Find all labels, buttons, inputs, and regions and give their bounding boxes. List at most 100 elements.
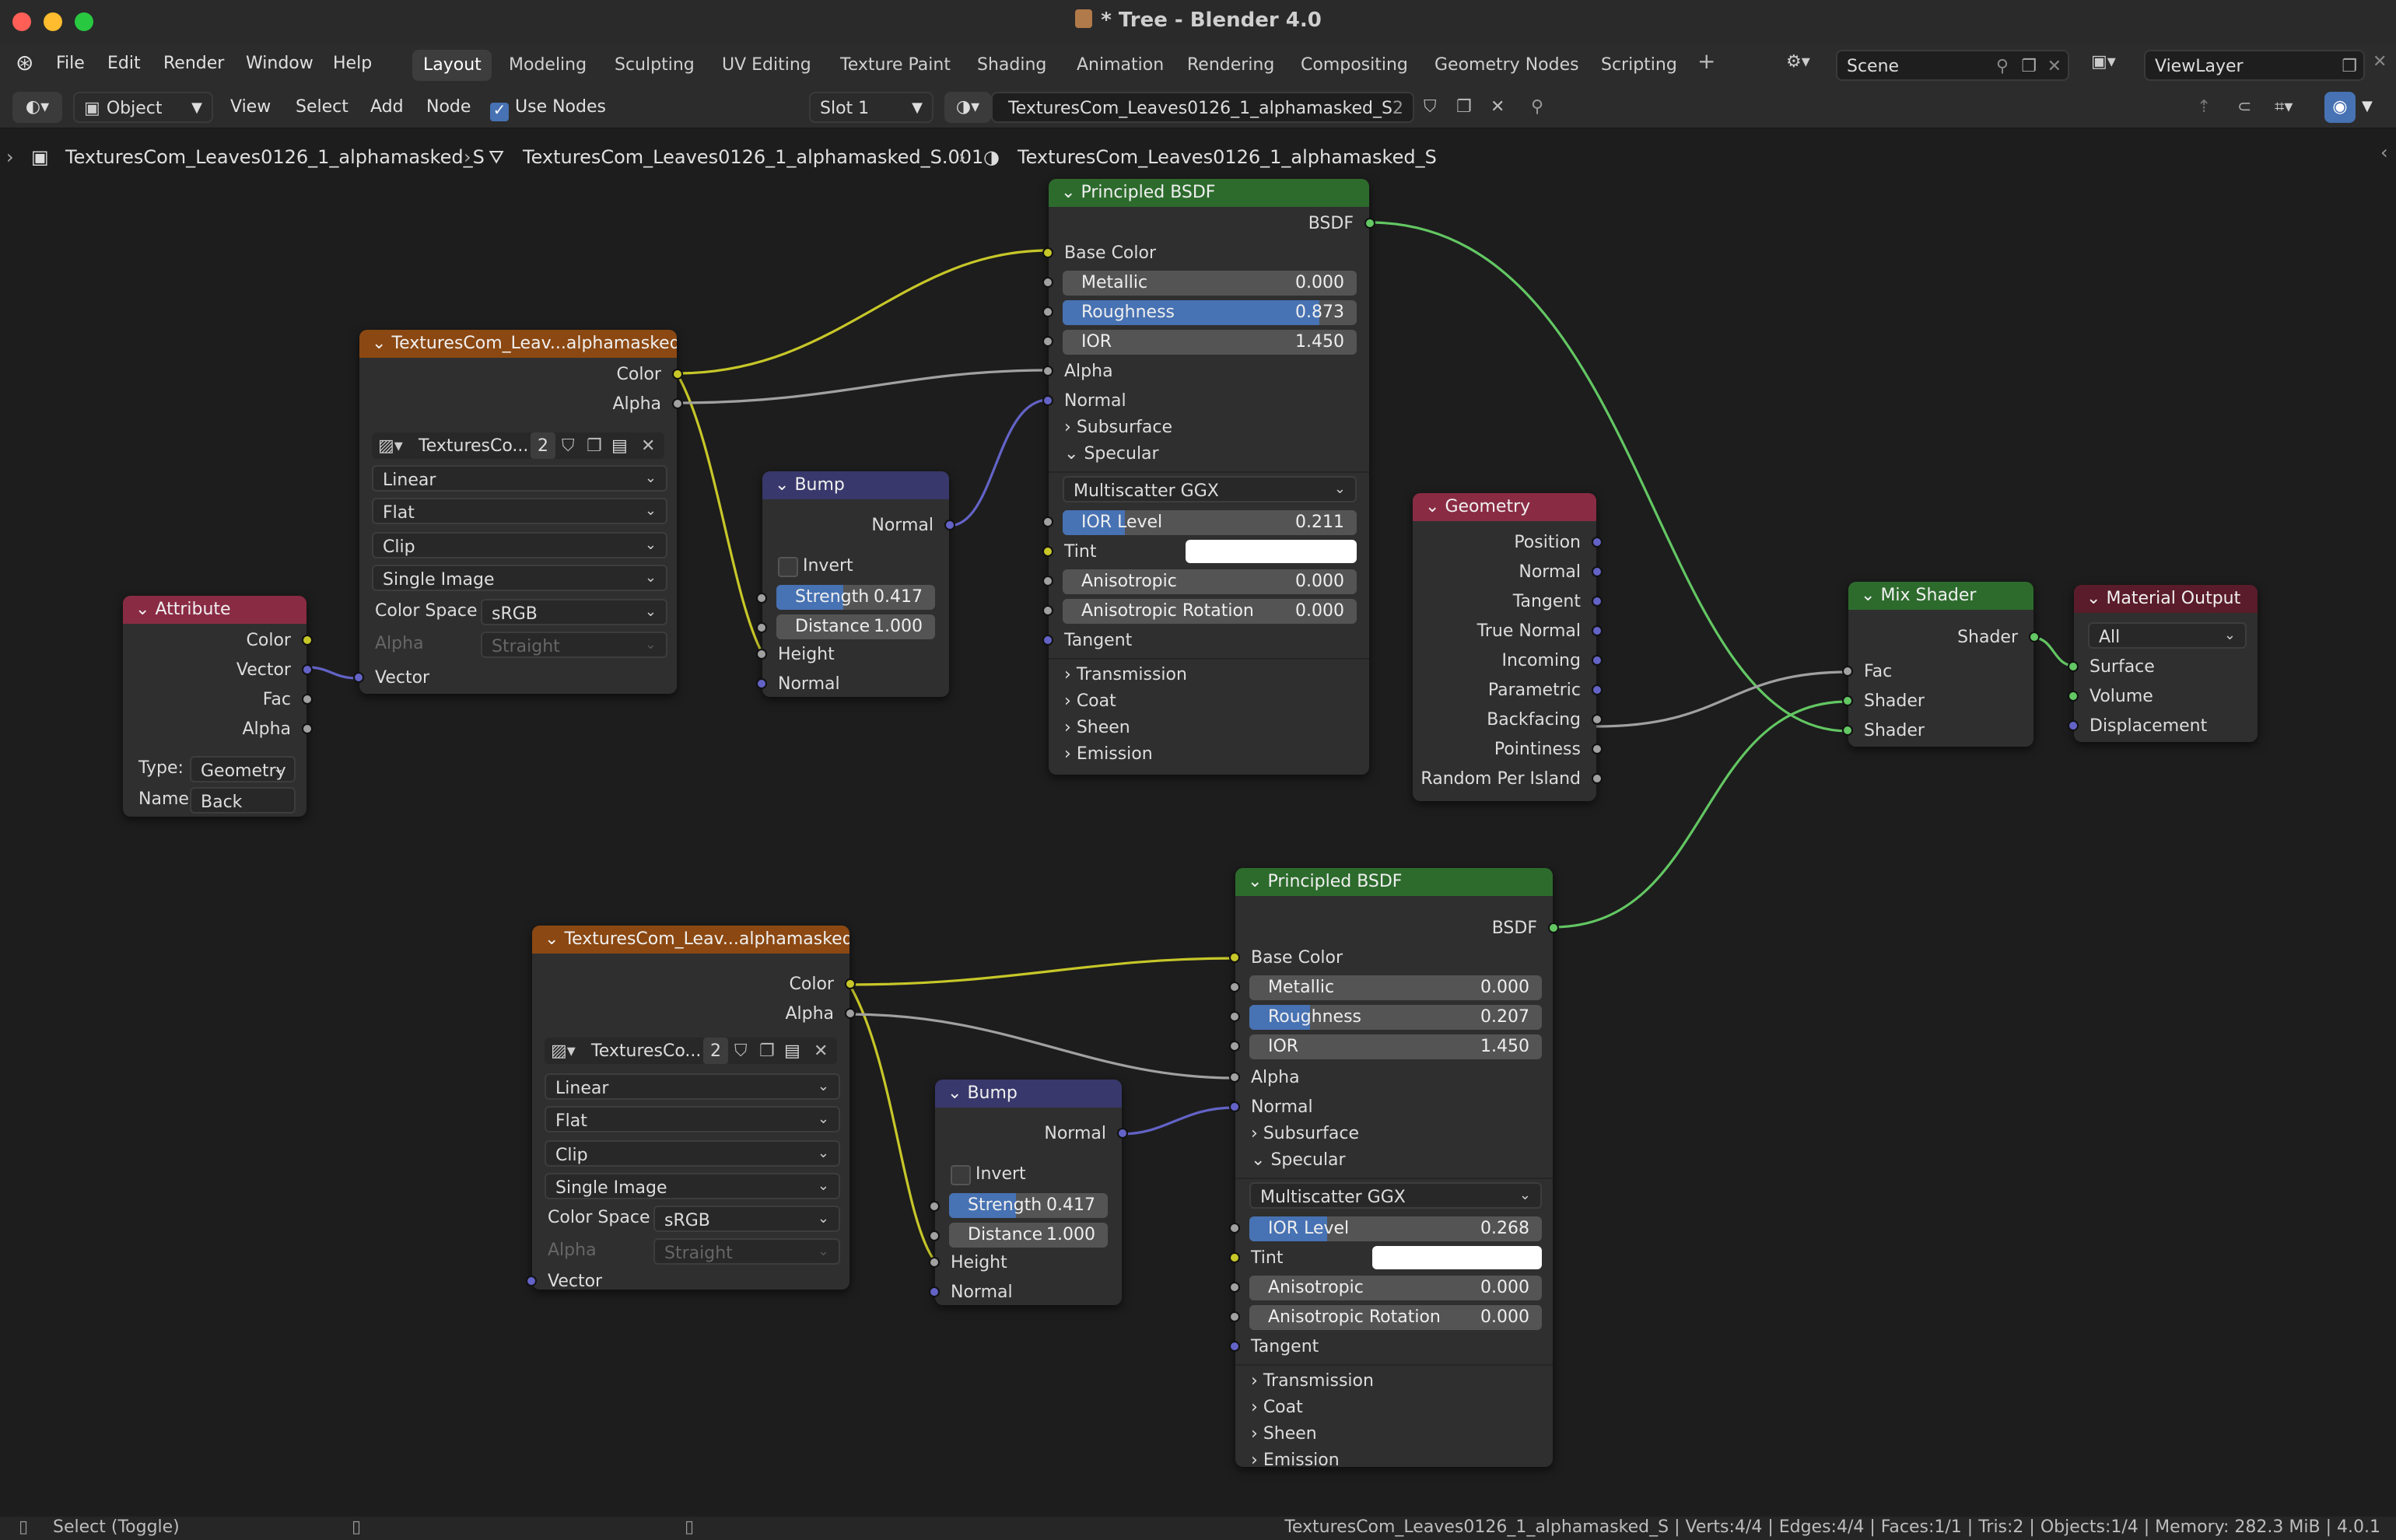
- node-canvas[interactable]: › ▣ TexturesCom_Leaves0126_1_alphamasked…: [0, 129, 2396, 1517]
- alpha-mode-dropdown[interactable]: Straight ⌄: [481, 632, 667, 658]
- distribution-dropdown[interactable]: Multiscatter GGX ⌄: [1063, 476, 1357, 502]
- collapse-chevron-icon[interactable]: ⌄: [135, 599, 155, 619]
- view-layer-field[interactable]: ViewLayer ❐: [2144, 50, 2365, 81]
- bump-node-header[interactable]: ⌄ Bump: [935, 1080, 1122, 1108]
- delete-scene-icon[interactable]: ✕: [2047, 51, 2061, 82]
- socket-height[interactable]: [756, 649, 767, 660]
- material-output-node[interactable]: ⌄ Material Output All ⌄ Surface Volume Di…: [2068, 585, 2258, 742]
- panel-sheen[interactable]: › Sheen: [1049, 712, 1369, 742]
- menu-edit[interactable]: Edit: [107, 53, 141, 73]
- socket-normal[interactable]: [944, 520, 955, 530]
- output-target-dropdown[interactable]: All ⌄: [2088, 622, 2247, 649]
- strength-slider[interactable]: Strength 0.417: [776, 585, 935, 610]
- mix-shader-header[interactable]: ⌄ Mix Shader: [1848, 582, 2033, 610]
- color-space-dropdown[interactable]: sRGB ⌄: [481, 599, 667, 625]
- editor-type-button[interactable]: ◐▾: [12, 92, 62, 123]
- panel-specular[interactable]: ⌄ Specular: [1235, 1145, 1553, 1174]
- panel-coat[interactable]: › Coat: [1235, 1392, 1553, 1422]
- pin-icon[interactable]: ⚲: [1531, 92, 1543, 123]
- open-image-folder-icon[interactable]: ▤: [784, 1038, 800, 1064]
- socket-shader-2[interactable]: [1842, 725, 1853, 736]
- socket-roughness[interactable]: [1042, 306, 1053, 317]
- socket-fac[interactable]: [1842, 666, 1853, 677]
- socket-alpha[interactable]: [302, 723, 313, 734]
- overlays-dropdown-icon[interactable]: ▼: [2362, 92, 2373, 123]
- anisotropic-slider[interactable]: Anisotropic 0.000: [1249, 1276, 1542, 1300]
- attribute-name-field[interactable]: Back: [190, 787, 296, 814]
- panel-subsurface[interactable]: › Subsurface: [1235, 1118, 1553, 1148]
- interpolation-dropdown[interactable]: Linear ⌄: [372, 465, 667, 492]
- unlink-image-icon[interactable]: ✕: [641, 432, 655, 459]
- bump-node-2[interactable]: ⌄ Bump Normal Invert Strength 0.417 Dist…: [929, 1080, 1128, 1305]
- socket-strength[interactable]: [929, 1201, 940, 1212]
- socket-tangent[interactable]: [1229, 1341, 1240, 1352]
- menu-view[interactable]: View: [230, 92, 271, 123]
- image-browse-row[interactable]: ▨▾ TexturesCo... 2 ⛉ ❐ ▤ ✕: [545, 1038, 837, 1064]
- socket-pointiness[interactable]: [1592, 744, 1603, 754]
- image-texture-node-2[interactable]: ⌄ TexturesCom_Leav...alphamasked_S.png C…: [526, 926, 856, 1291]
- extension-dropdown[interactable]: Clip ⌄: [372, 532, 667, 558]
- tint-color-swatch[interactable]: [1186, 540, 1357, 563]
- distance-field[interactable]: Distance 1.000: [776, 614, 935, 639]
- socket-shader-1[interactable]: [1842, 695, 1853, 706]
- extension-dropdown[interactable]: Clip ⌄: [545, 1140, 840, 1167]
- socket-color[interactable]: [302, 635, 313, 646]
- socket-ior[interactable]: [1042, 336, 1053, 347]
- tab-compositing[interactable]: Compositing: [1290, 50, 1419, 81]
- overlays-toggle-button[interactable]: ◉: [2324, 92, 2356, 123]
- viewlayer-browse-icon[interactable]: ▣▾: [2091, 51, 2116, 72]
- socket-anisotropic[interactable]: [1229, 1282, 1240, 1293]
- collapse-chevron-icon[interactable]: ⌄: [372, 333, 391, 353]
- strength-slider[interactable]: Strength 0.417: [949, 1193, 1108, 1218]
- attribute-type-dropdown[interactable]: Geometry ⌄: [190, 756, 296, 782]
- collapse-chevron-icon[interactable]: ⌄: [775, 474, 794, 495]
- socket-color[interactable]: [845, 978, 856, 989]
- socket-height[interactable]: [929, 1257, 940, 1268]
- socket-distance[interactable]: [929, 1230, 940, 1241]
- socket-random-per-island[interactable]: [1592, 773, 1603, 784]
- duplicate-scene-icon[interactable]: ❐: [2021, 51, 2037, 82]
- pin-icon[interactable]: ⚲: [1996, 51, 2009, 82]
- tab-shading[interactable]: Shading: [966, 50, 1057, 81]
- attribute-node-header[interactable]: ⌄ Attribute: [123, 596, 307, 624]
- socket-tangent[interactable]: [1592, 596, 1603, 607]
- image-texture-header[interactable]: ⌄ TexturesCom_Leav...alphamasked_S.png: [532, 926, 849, 954]
- interpolation-dropdown[interactable]: Linear ⌄: [545, 1073, 840, 1100]
- image-users-count[interactable]: 2: [703, 1038, 728, 1064]
- tab-texture-paint[interactable]: Texture Paint: [829, 50, 962, 81]
- panel-subsurface[interactable]: › Subsurface: [1049, 412, 1369, 442]
- projection-dropdown[interactable]: Flat ⌄: [545, 1106, 840, 1132]
- ior-field[interactable]: IOR 1.450: [1063, 330, 1357, 355]
- material-browse-button[interactable]: ◑▾: [944, 92, 991, 123]
- material-name-field[interactable]: TexturesCom_Leaves0126_1_alphamasked_S 2: [991, 92, 1414, 123]
- anisotropic-slider[interactable]: Anisotropic 0.000: [1063, 569, 1357, 594]
- distribution-dropdown[interactable]: Multiscatter GGX ⌄: [1249, 1182, 1542, 1209]
- socket-ior-level[interactable]: [1042, 516, 1053, 527]
- tab-animation[interactable]: Animation: [1066, 50, 1175, 81]
- tab-rendering[interactable]: Rendering: [1176, 50, 1285, 81]
- image-browse-icon[interactable]: ▨▾: [378, 432, 403, 459]
- socket-vector[interactable]: [526, 1276, 537, 1286]
- snap-target-icon[interactable]: ⌗▾: [2275, 92, 2293, 123]
- collapse-chevron-icon[interactable]: ⌄: [1861, 585, 1880, 605]
- mode-dropdown[interactable]: ▣ Object ▼: [73, 92, 213, 123]
- duplicate-material-icon[interactable]: ❐: [1456, 92, 1472, 123]
- socket-distance[interactable]: [756, 622, 767, 633]
- panel-coat[interactable]: › Coat: [1049, 686, 1369, 716]
- tab-geometry-nodes[interactable]: Geometry Nodes: [1424, 50, 1590, 81]
- collapse-chevron-icon[interactable]: ⌄: [1425, 496, 1445, 516]
- collapse-chevron-icon[interactable]: ⌄: [948, 1083, 967, 1103]
- socket-ior[interactable]: [1229, 1041, 1240, 1052]
- slot-dropdown[interactable]: Slot 1 ▼: [809, 92, 934, 123]
- anisotropic-rotation-slider[interactable]: Anisotropic Rotation 0.000: [1249, 1305, 1542, 1330]
- geometry-node[interactable]: ⌄ Geometry Position Normal Tangent True …: [1413, 493, 1603, 801]
- socket-base-color[interactable]: [1229, 952, 1240, 963]
- tab-sculpting[interactable]: Sculpting: [604, 50, 706, 81]
- socket-shader-out[interactable]: [2029, 632, 2040, 642]
- socket-fac[interactable]: [302, 694, 313, 705]
- color-space-dropdown[interactable]: sRGB ⌄: [653, 1206, 840, 1232]
- socket-anisotropic[interactable]: [1042, 576, 1053, 586]
- tab-scripting[interactable]: Scripting: [1590, 50, 1688, 81]
- collapse-chevron-icon[interactable]: ⌄: [2086, 588, 2106, 608]
- socket-incoming[interactable]: [1592, 655, 1603, 666]
